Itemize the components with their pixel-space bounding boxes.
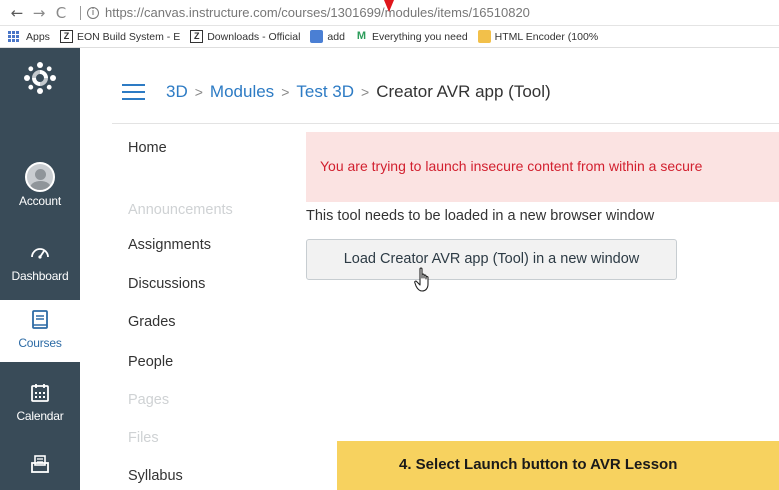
header-divider xyxy=(112,123,779,124)
url-path: /courses/1301699/modules/items/16510820 xyxy=(277,5,530,20)
global-nav-label: Account xyxy=(19,194,61,208)
course-menu-hamburger-icon[interactable] xyxy=(122,84,145,105)
global-nav-dashboard[interactable]: Dashboard xyxy=(0,242,80,283)
global-nav-account[interactable]: Account xyxy=(0,162,80,208)
global-nav-calendar[interactable]: Calendar xyxy=(0,382,80,423)
launch-tool-button[interactable]: Load Creator AVR app (Tool) in a new win… xyxy=(306,239,677,280)
global-nav-label: Calendar xyxy=(16,409,64,423)
breadcrumb-module[interactable]: Test 3D xyxy=(296,82,354,102)
bookmark-label: EON Build System - E xyxy=(76,30,181,43)
info-icon[interactable]: i xyxy=(87,6,99,19)
breadcrumb-separator-icon: > xyxy=(194,84,203,100)
bookmark-eon-build-system[interactable]: Z EON Build System - E xyxy=(59,30,181,43)
calendar-icon xyxy=(31,384,49,402)
html-encoder-icon xyxy=(477,30,491,43)
breadcrumb-separator-icon: > xyxy=(281,84,290,100)
insecure-content-alert: You are trying to launch insecure conten… xyxy=(306,132,779,202)
course-nav-discussions[interactable]: Discussions xyxy=(128,276,205,292)
url-host: https://canvas.instructure.com xyxy=(105,5,278,20)
reload-icon[interactable]: C xyxy=(50,4,72,22)
bookmark-label: Everything you need xyxy=(371,30,468,43)
course-nav-home[interactable]: Home xyxy=(128,140,167,156)
apps-grid-icon xyxy=(8,30,20,43)
bookmark-page-icon xyxy=(310,30,324,43)
dashboard-icon xyxy=(31,248,49,259)
bookmark-html-encoder[interactable]: HTML Encoder (100% xyxy=(477,30,599,43)
z-logo-icon: Z xyxy=(59,30,73,43)
breadcrumb-separator-icon: > xyxy=(361,84,370,100)
tutorial-callout: 4. Select Launch button to AVR Lesson xyxy=(337,441,779,490)
breadcrumb-current: Creator AVR app (Tool) xyxy=(376,82,551,101)
url-divider xyxy=(80,5,81,20)
bookmark-everything[interactable]: M Everything you need xyxy=(355,30,468,43)
course-nav-people[interactable]: People xyxy=(128,354,173,370)
global-nav-inbox[interactable] xyxy=(0,454,80,479)
forward-arrow-icon[interactable]: → xyxy=(28,4,50,22)
course-nav-files[interactable]: Files xyxy=(128,430,159,446)
bookmark-downloads[interactable]: Z Downloads - Official xyxy=(190,30,300,43)
avatar-icon xyxy=(25,162,55,192)
alert-text: You are trying to launch insecure conten… xyxy=(320,158,703,174)
url-field[interactable]: i https://canvas.instructure.com /course… xyxy=(78,5,530,20)
m-logo-icon: M xyxy=(356,30,367,42)
callout-text: 4. Select Launch button to AVR Lesson xyxy=(399,456,678,473)
global-navigation: Account Dashboard Courses Calendar xyxy=(0,48,80,490)
global-nav-label: Dashboard xyxy=(11,269,69,283)
tool-message: This tool needs to be loaded in a new br… xyxy=(306,208,655,224)
bookmarks-bar: Apps Z EON Build System - E Z Downloads … xyxy=(0,26,779,48)
breadcrumb: 3D > Modules > Test 3D > Creator AVR app… xyxy=(166,82,551,102)
canvas-logo-icon[interactable] xyxy=(22,60,58,96)
back-arrow-icon[interactable]: ← xyxy=(6,4,28,22)
inbox-icon xyxy=(31,455,49,473)
breadcrumb-modules[interactable]: Modules xyxy=(210,82,274,102)
breadcrumb-course[interactable]: 3D xyxy=(166,82,188,102)
course-nav-assignments[interactable]: Assignments xyxy=(128,237,211,253)
annotation-arrow-icon xyxy=(384,0,394,12)
course-nav-grades[interactable]: Grades xyxy=(128,314,176,330)
hand-pointer-cursor-icon xyxy=(414,267,429,292)
bookmark-add[interactable]: add xyxy=(310,30,345,43)
global-nav-courses[interactable]: Courses xyxy=(0,300,80,362)
bookmark-label: HTML Encoder (100% xyxy=(494,30,599,43)
bookmark-label: Downloads - Official xyxy=(207,30,301,43)
global-nav-label: Courses xyxy=(18,336,62,350)
bookmark-label: Apps xyxy=(26,30,50,43)
courses-icon xyxy=(32,310,48,329)
z-logo-icon: Z xyxy=(190,30,204,43)
bookmark-apps[interactable]: Apps xyxy=(0,30,50,43)
course-nav-announcements[interactable]: Announcements xyxy=(128,202,233,218)
course-nav-pages[interactable]: Pages xyxy=(128,392,169,408)
course-nav-syllabus[interactable]: Syllabus xyxy=(128,468,183,484)
bookmark-label: add xyxy=(327,30,345,43)
